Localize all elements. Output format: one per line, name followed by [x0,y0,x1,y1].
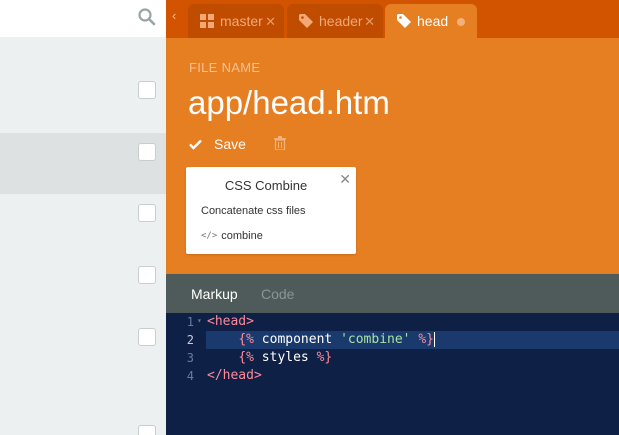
component-alias-label: combine [221,230,263,242]
sidebar-list-item[interactable] [0,256,166,317]
sidebar-list-item[interactable] [0,380,166,435]
code-line: {% component 'combine' %} [207,331,435,349]
tab-close-icon[interactable]: ✕ [265,14,276,30]
code-line: <head> [207,313,254,331]
code-text: </head> [207,368,262,383]
component-description: Concatenate css files [201,205,306,217]
file-name-label: FILE NAME [189,60,261,75]
code-line: {% styles %} [207,349,332,367]
item-checkbox[interactable] [138,328,156,346]
code-token: styles [253,350,317,365]
code-icon: </> [201,231,218,241]
template-delimiter: {% [238,332,254,347]
code-line: </head> [207,367,262,385]
tab-master[interactable]: master ✕ [188,4,284,38]
item-checkbox[interactable] [138,425,156,435]
tab-label: head [417,13,449,29]
editor-tab-bar: ‹ master ✕ header ✕ head [166,0,619,38]
save-button[interactable]: Save [189,136,246,152]
code-editor[interactable]: 1 2 3 4 ▾ <head> {% component 'combine' … [166,313,619,435]
code-text: <head> [207,314,254,329]
template-delimiter: {% [238,350,254,365]
save-button-label: Save [214,136,246,152]
item-checkbox[interactable] [138,266,156,284]
sidebar-search-bar [0,0,166,37]
item-checkbox[interactable] [138,81,156,99]
tab-close-icon[interactable]: ✕ [364,14,375,30]
sidebar-list-item[interactable] [0,60,166,121]
sidebar-list-item[interactable] [0,318,166,379]
line-number: 2 [186,333,194,347]
layout-icon [200,14,214,28]
code-text: {% styles %} [207,350,332,365]
close-icon[interactable]: ✕ [339,171,351,188]
item-checkbox[interactable] [138,143,156,161]
tab-scroll-left-icon[interactable]: ‹ [172,8,176,23]
file-header-panel: FILE NAME app/head.htm Save CSS Combine … [166,38,619,274]
sidebar-list-item-selected[interactable] [0,133,166,194]
text-cursor [434,332,435,347]
component-title: CSS Combine [224,178,308,193]
file-name-field[interactable]: app/head.htm [188,84,390,122]
line-number-gutter: 1 2 3 4 ▾ [166,313,206,435]
tab-markup[interactable]: Markup [191,286,238,302]
editor-mode-tabs: Markup Code [166,274,619,313]
string-literal: 'combine' [340,332,411,347]
tab-header[interactable]: header ✕ [287,4,383,38]
tab-head[interactable]: head [385,4,477,38]
code-token: component [253,332,341,347]
item-checkbox[interactable] [138,204,156,222]
check-icon [189,139,202,150]
code-text: {% component 'combine' %} [207,332,434,347]
tab-label: master [220,13,263,29]
line-number: 1 [186,315,194,329]
sidebar [0,0,166,435]
template-delimiter: %} [316,350,333,365]
line-number: 4 [186,369,194,383]
tag-icon [397,14,411,28]
template-delimiter: %} [418,332,434,347]
search-icon[interactable] [136,6,158,28]
tag-icon [299,14,313,28]
component-card[interactable]: CSS Combine ✕ Concatenate css files </> … [186,167,356,254]
line-number: 3 [186,351,194,365]
tab-code[interactable]: Code [261,286,294,302]
tab-label: header [319,13,363,29]
sidebar-list-item[interactable] [0,194,166,255]
trash-icon[interactable] [274,136,286,155]
unsaved-dot-icon[interactable] [457,18,465,26]
fold-arrow-icon[interactable]: ▾ [197,316,202,325]
component-alias[interactable]: </> combine [201,230,263,242]
